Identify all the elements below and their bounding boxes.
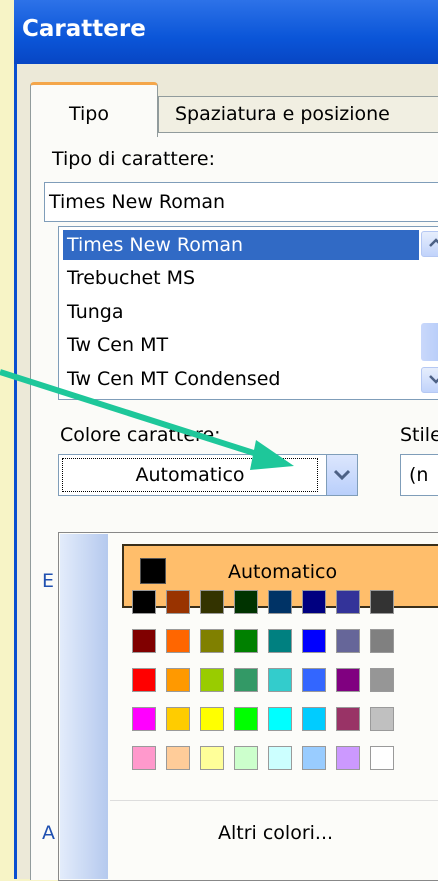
color-swatch[interactable] bbox=[132, 590, 156, 614]
color-swatch[interactable] bbox=[200, 668, 224, 692]
font-list-item[interactable]: Times New Roman bbox=[63, 230, 419, 260]
color-swatch[interactable] bbox=[336, 629, 360, 653]
font-name-value: Times New Roman bbox=[49, 191, 226, 213]
color-swatch[interactable] bbox=[268, 590, 292, 614]
style-dropdown[interactable]: (n bbox=[400, 454, 438, 496]
tab-spaziatura-label: Spaziatura e posizione bbox=[175, 103, 390, 125]
color-swatch[interactable] bbox=[234, 629, 258, 653]
tab-tipo-label: Tipo bbox=[69, 103, 109, 125]
scroll-up-button[interactable] bbox=[421, 231, 438, 257]
font-color-value: Automatico bbox=[62, 458, 318, 492]
color-swatch[interactable] bbox=[200, 629, 224, 653]
color-swatch[interactable] bbox=[166, 707, 190, 731]
more-colors-button[interactable]: Altri colori... bbox=[218, 822, 333, 844]
scroll-thumb[interactable] bbox=[421, 323, 438, 361]
color-swatch[interactable] bbox=[234, 746, 258, 770]
color-swatch[interactable] bbox=[166, 746, 190, 770]
font-list-item[interactable]: Trebuchet MS bbox=[63, 263, 419, 293]
automatic-color-swatch bbox=[140, 558, 166, 584]
color-swatch[interactable] bbox=[132, 668, 156, 692]
color-swatch[interactable] bbox=[370, 668, 394, 692]
color-swatch[interactable] bbox=[302, 629, 326, 653]
font-list-item[interactable]: Tw Cen MT bbox=[63, 330, 419, 360]
color-swatch[interactable] bbox=[234, 590, 258, 614]
color-swatch[interactable] bbox=[234, 668, 258, 692]
color-swatch[interactable] bbox=[268, 746, 292, 770]
color-swatch[interactable] bbox=[132, 629, 156, 653]
color-swatch[interactable] bbox=[336, 746, 360, 770]
popup-side-strip bbox=[60, 534, 108, 879]
tab-spaziatura[interactable]: Spaziatura e posizione bbox=[158, 96, 438, 133]
color-swatch[interactable] bbox=[336, 590, 360, 614]
chevron-up-icon bbox=[429, 238, 438, 247]
color-swatch[interactable] bbox=[166, 668, 190, 692]
color-swatch[interactable] bbox=[370, 629, 394, 653]
style-label: Stile bbox=[400, 424, 438, 446]
color-swatch[interactable] bbox=[302, 707, 326, 731]
color-swatch[interactable] bbox=[268, 629, 292, 653]
font-name-input[interactable]: Times New Roman bbox=[44, 182, 438, 222]
font-list-item[interactable]: Tunga bbox=[63, 297, 419, 327]
color-swatch[interactable] bbox=[370, 590, 394, 614]
chevron-down-icon bbox=[429, 375, 438, 384]
color-swatch[interactable] bbox=[268, 707, 292, 731]
font-color-dropdown[interactable]: Automatico bbox=[58, 454, 328, 496]
chevron-down-icon bbox=[334, 469, 350, 481]
automatic-color-label: Automatico bbox=[228, 561, 338, 583]
color-swatch[interactable] bbox=[200, 707, 224, 731]
popup-separator bbox=[110, 800, 438, 801]
color-swatch[interactable] bbox=[132, 746, 156, 770]
font-list-item[interactable]: Tw Cen MT Condensed bbox=[63, 364, 419, 394]
color-swatch[interactable] bbox=[166, 629, 190, 653]
side-letter-e: E bbox=[42, 570, 55, 592]
font-label: Tipo di carattere: bbox=[52, 148, 216, 170]
color-swatch[interactable] bbox=[268, 668, 292, 692]
color-swatch[interactable] bbox=[302, 590, 326, 614]
color-swatch[interactable] bbox=[370, 707, 394, 731]
color-swatch[interactable] bbox=[336, 707, 360, 731]
color-swatch[interactable] bbox=[200, 746, 224, 770]
color-swatch[interactable] bbox=[336, 668, 360, 692]
color-swatch[interactable] bbox=[370, 746, 394, 770]
side-letter-a: A bbox=[42, 822, 55, 844]
color-swatch[interactable] bbox=[166, 590, 190, 614]
scroll-down-button[interactable] bbox=[421, 367, 438, 393]
color-swatch[interactable] bbox=[302, 668, 326, 692]
color-swatch[interactable] bbox=[200, 590, 224, 614]
color-swatch[interactable] bbox=[234, 707, 258, 731]
color-swatch[interactable] bbox=[302, 746, 326, 770]
color-label: Colore carattere: bbox=[60, 424, 221, 446]
style-value: (n bbox=[409, 464, 429, 486]
tab-tipo[interactable]: Tipo bbox=[30, 82, 158, 137]
color-swatch[interactable] bbox=[132, 707, 156, 731]
font-list[interactable]: Times New Roman Trebuchet MS Tunga Tw Ce… bbox=[58, 226, 438, 400]
dialog-title: Carattere bbox=[22, 16, 146, 42]
color-dropdown-button[interactable] bbox=[326, 454, 358, 496]
